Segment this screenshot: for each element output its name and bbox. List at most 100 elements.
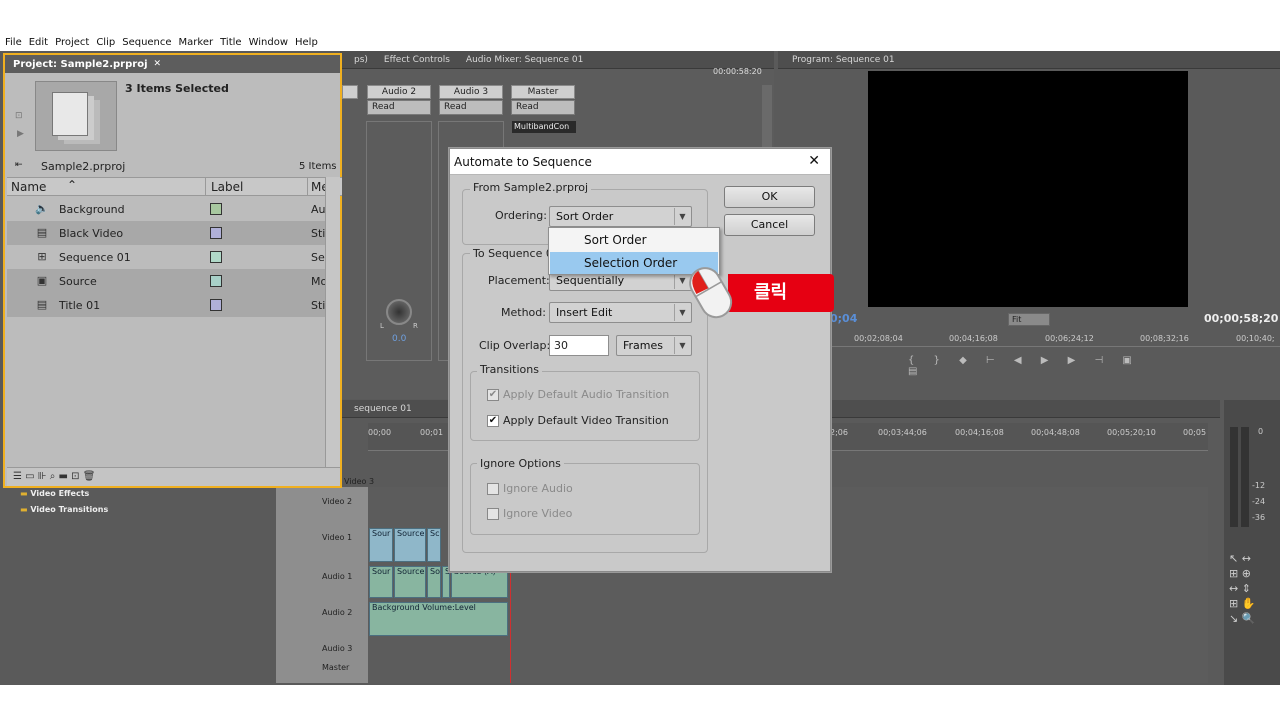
label-swatch bbox=[210, 275, 222, 287]
read-select-audio3[interactable]: Read bbox=[439, 100, 503, 115]
audio-clip[interactable]: So bbox=[427, 566, 441, 598]
label-swatch bbox=[210, 251, 222, 263]
channel-audio1-partial[interactable] bbox=[342, 85, 358, 99]
transport-controls[interactable]: { } ◆ ⊢ ◀ ▶ ▶ ⊣ ▣ ▤ bbox=[908, 355, 1148, 395]
menu-project[interactable]: Project bbox=[55, 37, 89, 48]
dialog-title: Automate to Sequence bbox=[454, 154, 592, 169]
dialog-titlebar: Automate to Sequence ✕ bbox=[450, 149, 830, 175]
tab-partial[interactable]: ps) bbox=[346, 55, 376, 65]
project-panel: Project: Sample2.prproj ✕ ⊡ ▶ 3 Items Se… bbox=[3, 53, 342, 488]
menu-edit[interactable]: Edit bbox=[29, 37, 48, 48]
program-ruler[interactable]: 00;02;08;04 00;04;16;08 00;06;24;12 00;0… bbox=[830, 331, 1280, 347]
project-item[interactable]: ⊞ Sequence 01 Sec bbox=[7, 245, 331, 269]
video-clip[interactable]: Sour bbox=[369, 528, 393, 562]
delete-icon[interactable]: 🗑 bbox=[83, 471, 96, 482]
read-select-master[interactable]: Read bbox=[511, 100, 575, 115]
project-item[interactable]: ▣ Source Mo bbox=[7, 269, 327, 293]
clip-overlap-input[interactable]: 30 bbox=[549, 335, 609, 356]
read-select-audio2[interactable]: Read bbox=[367, 100, 431, 115]
knob-value[interactable]: 0.0 bbox=[392, 334, 406, 344]
method-select[interactable]: Insert Edit ▼ bbox=[549, 302, 692, 323]
audio-clip-background[interactable]: Background Volume:Level bbox=[369, 602, 508, 636]
item-count: 5 Items bbox=[299, 161, 337, 172]
overlap-unit-select[interactable]: Frames ▼ bbox=[616, 335, 692, 356]
effects-item[interactable]: ▬ Video Effects bbox=[20, 489, 89, 498]
program-panel-header: Program: Sequence 01 bbox=[778, 51, 1280, 69]
project-vertical-scrollbar[interactable] bbox=[325, 177, 340, 467]
movie-icon: ▣ bbox=[36, 274, 48, 287]
tab-program[interactable]: Program: Sequence 01 bbox=[784, 55, 903, 65]
ignore-video-checkbox[interactable] bbox=[487, 508, 499, 520]
icon-view-icon[interactable]: ▭ bbox=[25, 471, 34, 482]
channel-audio2[interactable]: Audio 2 bbox=[367, 85, 431, 99]
project-item[interactable]: 🔈 Background Au bbox=[7, 197, 326, 221]
cancel-button[interactable]: Cancel bbox=[724, 214, 815, 236]
menu-sequence[interactable]: Sequence bbox=[122, 37, 171, 48]
play-icon[interactable]: ▶ bbox=[17, 129, 24, 139]
menu-window[interactable]: Window bbox=[249, 37, 288, 48]
program-ruler-tick: 00;02;08;04 bbox=[854, 334, 903, 343]
project-item[interactable]: ▤ Black Video Stil bbox=[7, 221, 328, 245]
find-icon[interactable]: ⌕ bbox=[50, 471, 56, 482]
column-name[interactable]: Name bbox=[11, 180, 46, 194]
menu-marker[interactable]: Marker bbox=[179, 37, 214, 48]
apply-audio-checkbox[interactable]: ✔ bbox=[487, 389, 499, 401]
timeline-ruler-tick: 00;01 bbox=[420, 428, 444, 437]
apply-video-label: Apply Default Video Transition bbox=[503, 414, 669, 427]
project-toolbar[interactable]: ☰ ▭ ⊪ ⌕ ▬ ⊡ 🗑 bbox=[7, 467, 340, 486]
menu-bar: File Edit Project Clip Sequence Marker T… bbox=[0, 34, 1280, 50]
transitions-group bbox=[470, 371, 700, 441]
label-swatch bbox=[210, 227, 222, 239]
ok-button[interactable]: OK bbox=[724, 186, 815, 208]
menu-clip[interactable]: Clip bbox=[96, 37, 115, 48]
bin-up-icon[interactable]: ⇤ bbox=[15, 160, 23, 170]
channel-master[interactable]: Master bbox=[511, 85, 575, 99]
folder-icon: ▬ bbox=[20, 489, 28, 498]
audio-clip[interactable]: Sour bbox=[369, 566, 393, 598]
click-annotation: 클릭 bbox=[728, 274, 834, 312]
timeline-ruler-tick: 00;05 bbox=[1183, 428, 1207, 437]
tab-timeline-sequence[interactable]: sequence 01 bbox=[346, 404, 420, 414]
camera-icon[interactable]: ⊡ bbox=[15, 111, 23, 121]
folder-icon: ▬ bbox=[20, 505, 28, 514]
ignore-audio-checkbox[interactable] bbox=[487, 483, 499, 495]
close-icon[interactable]: ✕ bbox=[808, 153, 820, 169]
mixer-timecode: 00:00:58:20 bbox=[713, 67, 762, 76]
tools-panel[interactable]: ↖ ↔ ⊞ ⊕ ↔ ⇕ ⊞ ✋ ↘ 🔍 bbox=[1229, 551, 1269, 641]
video-clip[interactable]: Sc bbox=[427, 528, 441, 562]
dropdown-option-sort-order[interactable]: Sort Order bbox=[550, 229, 718, 251]
tab-audio-mixer[interactable]: Audio Mixer: Sequence 01 bbox=[458, 55, 591, 65]
ordering-select[interactable]: Sort Order ▼ bbox=[549, 206, 692, 227]
apply-video-checkbox[interactable]: ✔ bbox=[487, 415, 499, 427]
clip-overlap-label: Clip Overlap: bbox=[479, 339, 551, 352]
apply-audio-label: Apply Default Audio Transition bbox=[503, 388, 670, 401]
program-ruler-tick: 00;08;32;16 bbox=[1140, 334, 1189, 343]
automate-icon[interactable]: ⊪ bbox=[38, 471, 47, 482]
stack-icon bbox=[52, 92, 88, 136]
new-item-icon[interactable]: ⊡ bbox=[71, 471, 79, 482]
effect-slot[interactable]: MultibandCon bbox=[512, 121, 576, 133]
project-file-name: Sample2.prproj bbox=[41, 160, 126, 173]
sort-up-icon[interactable]: ⌃ bbox=[67, 178, 77, 192]
column-label[interactable]: Label bbox=[211, 180, 243, 194]
from-group-label: From Sample2.prproj bbox=[470, 181, 592, 194]
new-bin-icon[interactable]: ▬ bbox=[59, 471, 68, 482]
tab-effect-controls[interactable]: Effect Controls bbox=[376, 55, 458, 65]
ignore-video-label: Ignore Video bbox=[503, 507, 573, 520]
channel-audio3[interactable]: Audio 3 bbox=[439, 85, 503, 99]
close-tab-icon[interactable]: ✕ bbox=[154, 59, 162, 69]
project-item[interactable]: ▤ Title 01 Stil bbox=[7, 293, 328, 317]
list-view-icon[interactable]: ☰ bbox=[13, 471, 22, 482]
menu-help[interactable]: Help bbox=[295, 37, 318, 48]
effects-item[interactable]: ▬ Video Transitions bbox=[20, 505, 108, 514]
meter-bar-left bbox=[1230, 427, 1238, 527]
audio-clip[interactable]: Source bbox=[394, 566, 426, 598]
pan-knob[interactable] bbox=[386, 299, 412, 325]
menu-title[interactable]: Title bbox=[220, 37, 241, 48]
program-timecode-current[interactable]: 0;04 bbox=[830, 312, 857, 325]
selected-info: 3 Items Selected bbox=[125, 82, 229, 95]
menu-file[interactable]: File bbox=[5, 37, 22, 48]
video-clip[interactable]: Source bbox=[394, 528, 426, 562]
fit-select[interactable]: Fit bbox=[1008, 313, 1050, 326]
timeline-ruler-tick: 00;04;16;08 bbox=[955, 428, 1004, 437]
